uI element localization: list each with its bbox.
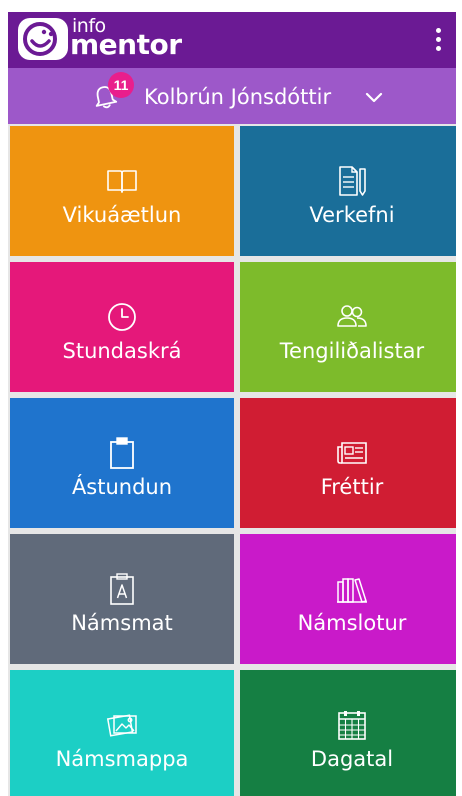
tile-namslotur[interactable]: Námslotur: [240, 534, 456, 664]
tile-frettir[interactable]: Fréttir: [240, 398, 456, 528]
user-selector-bar: 11 Kolbrún Jónsdóttir: [8, 68, 456, 124]
tile-namsmappa[interactable]: Námsmappa: [10, 670, 234, 796]
tile-label: Námslotur: [297, 611, 407, 635]
calendar-icon: [335, 708, 369, 742]
screen: info mentor 11 Kolbrún Jónsdóttir Vikuáæ…: [0, 0, 462, 796]
tile-verkefni[interactable]: Verkefni: [240, 126, 456, 256]
tile-label: Verkefni: [309, 203, 395, 227]
module-grid: Vikuáætlun Verkefni Stundaskrá Tengiliða…: [8, 124, 456, 796]
kebab-menu-icon[interactable]: [426, 20, 450, 60]
tile-astundun[interactable]: Ástundun: [10, 398, 234, 528]
tile-label: Námsmat: [71, 611, 173, 635]
tile-label: Vikuáætlun: [62, 203, 182, 227]
book-open-icon: [105, 164, 139, 198]
tile-label: Tengiliðalistar: [279, 339, 425, 363]
people-icon: [335, 300, 369, 334]
tile-label: Dagatal: [310, 747, 394, 771]
tile-label: Fréttir: [320, 475, 384, 499]
clock-icon: [105, 300, 139, 334]
document-pen-icon: [335, 164, 369, 198]
tile-namsmat[interactable]: Námsmat: [10, 534, 234, 664]
tile-vikuaaetlun[interactable]: Vikuáætlun: [10, 126, 234, 256]
books-icon: [335, 572, 369, 606]
clipboard-icon: [105, 436, 139, 470]
tile-tengilidalistar[interactable]: Tengiliðalistar: [240, 262, 456, 392]
chevron-down-icon[interactable]: [363, 86, 385, 108]
logo-face-icon: [18, 18, 68, 60]
app-container: info mentor 11 Kolbrún Jónsdóttir Vikuáæ…: [8, 12, 456, 796]
tile-label: Ástundun: [71, 475, 173, 499]
user-name[interactable]: Kolbrún Jónsdóttir: [144, 82, 331, 112]
infomentor-logo[interactable]: info mentor: [18, 16, 193, 62]
tile-stundaskra[interactable]: Stundaskrá: [10, 262, 234, 392]
tile-dagatal[interactable]: Dagatal: [240, 670, 456, 796]
app-header: info mentor: [8, 12, 456, 68]
logo-text-mentor: mentor: [70, 28, 182, 61]
notification-badge[interactable]: 11: [108, 72, 134, 98]
tile-label: Stundaskrá: [62, 339, 182, 363]
photos-icon: [105, 708, 139, 742]
tile-label: Námsmappa: [55, 747, 189, 771]
grade-clipboard-icon: [105, 572, 139, 606]
newspaper-icon: [335, 436, 369, 470]
